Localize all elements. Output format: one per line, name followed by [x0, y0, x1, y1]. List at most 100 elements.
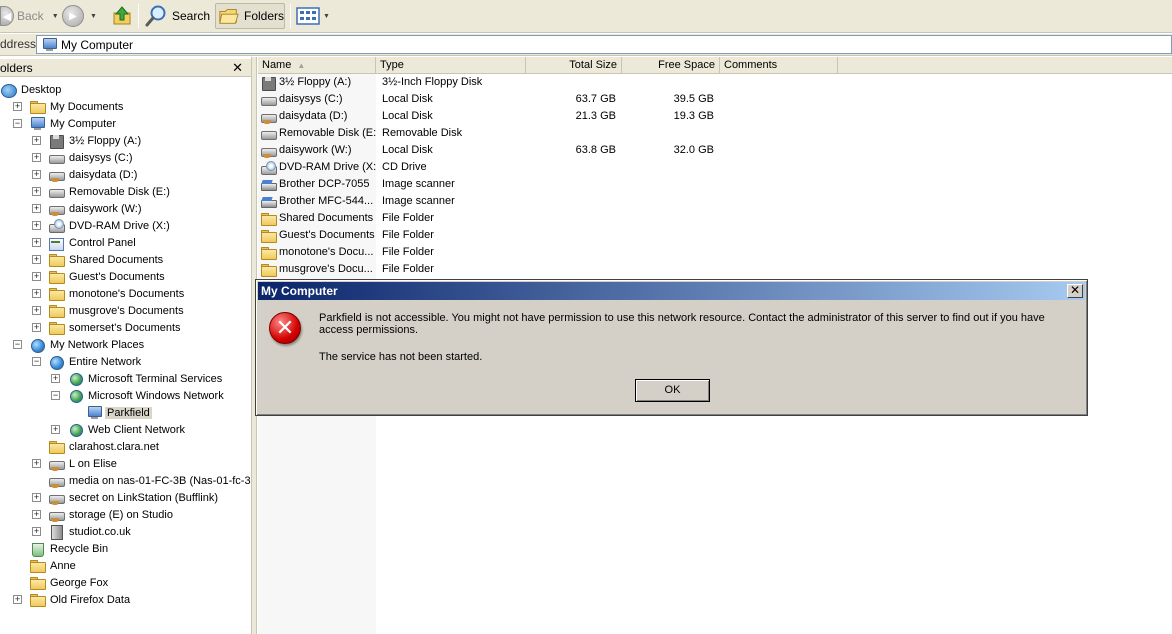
forward-dropdown-icon[interactable]: ▼: [90, 13, 97, 20]
tree-item[interactable]: storage (E) on Studio: [48, 506, 175, 523]
back-arrow-icon: ◀: [0, 6, 14, 26]
expand-icon[interactable]: +: [51, 374, 60, 383]
list-item[interactable]: Guest's Documents File Folder: [258, 227, 718, 244]
list-item-type: File Folder: [382, 229, 434, 241]
expand-icon[interactable]: +: [32, 459, 41, 468]
expand-icon[interactable]: +: [32, 187, 41, 196]
column-header-name[interactable]: Name ▲: [258, 57, 376, 74]
tree-item[interactable]: media on nas-01-FC-3B (Nas-01-fc-3b): [48, 472, 262, 489]
dialog-close-button[interactable]: ✕: [1067, 284, 1083, 298]
collapse-icon[interactable]: −: [51, 391, 60, 400]
expand-icon[interactable]: +: [51, 425, 60, 434]
tree-item[interactable]: My Network Places: [29, 336, 146, 353]
tree-item[interactable]: studiot.co.uk: [48, 523, 133, 540]
collapse-icon[interactable]: −: [13, 119, 22, 128]
expand-icon[interactable]: +: [32, 255, 41, 264]
close-folders-pane-button[interactable]: ✕: [232, 59, 243, 77]
forward-button[interactable]: ▶ ▼: [62, 3, 97, 29]
tree-item[interactable]: musgrove's Documents: [48, 302, 186, 319]
back-button[interactable]: ◀ Back ▼: [0, 3, 59, 29]
tree-item[interactable]: Recycle Bin: [29, 540, 110, 557]
list-item-total-size: [526, 176, 616, 193]
list-item[interactable]: DVD-RAM Drive (X:) CD Drive: [258, 159, 718, 176]
folder-icon: [48, 321, 65, 335]
tree-item-label: DVD-RAM Drive (X:): [69, 219, 170, 232]
column-header-comments[interactable]: Comments: [720, 57, 838, 74]
expand-icon[interactable]: +: [13, 102, 22, 111]
tree-item[interactable]: Microsoft Windows Network: [67, 387, 226, 404]
list-item[interactable]: musgrove's Docu... File Folder: [258, 261, 718, 278]
expand-icon[interactable]: +: [13, 595, 22, 604]
tree-item[interactable]: secret on LinkStation (Bufflink): [48, 489, 220, 506]
expand-icon[interactable]: +: [32, 204, 41, 213]
back-dropdown-icon[interactable]: ▼: [52, 13, 59, 20]
column-header-total-size[interactable]: Total Size: [526, 57, 622, 74]
tree-item[interactable]: Control Panel: [48, 234, 138, 251]
tree-item[interactable]: Shared Documents: [48, 251, 165, 268]
list-item-free-space: [620, 125, 714, 142]
list-item-total-size: [526, 227, 616, 244]
tree-item[interactable]: Removable Disk (E:): [48, 183, 172, 200]
folders-button[interactable]: Folders: [215, 3, 285, 29]
list-item[interactable]: daisywork (W:) Local Disk 63.8 GB 32.0 GB: [258, 142, 718, 159]
ok-button[interactable]: OK: [635, 379, 710, 402]
expand-icon[interactable]: +: [32, 238, 41, 247]
up-folder-button[interactable]: [110, 3, 134, 29]
tree-item[interactable]: L on Elise: [48, 455, 119, 472]
list-item-name: daisywork (W:): [260, 142, 376, 159]
expand-icon[interactable]: +: [32, 527, 41, 536]
tree-item-label: clarahost.clara.net: [69, 440, 159, 453]
collapse-icon[interactable]: −: [13, 340, 22, 349]
list-item[interactable]: Brother DCP-7055 Image scanner: [258, 176, 718, 193]
expand-icon[interactable]: +: [32, 289, 41, 298]
tree-item[interactable]: Guest's Documents: [48, 268, 167, 285]
expand-icon[interactable]: +: [32, 136, 41, 145]
list-item[interactable]: Removable Disk (E:) Removable Disk: [258, 125, 718, 142]
expand-icon[interactable]: +: [32, 272, 41, 281]
tree-item[interactable]: Entire Network: [48, 353, 143, 370]
tree-item[interactable]: clarahost.clara.net: [48, 438, 161, 455]
column-header-type[interactable]: Type: [376, 57, 526, 74]
tree-item[interactable]: Web Client Network: [67, 421, 187, 438]
tree-item[interactable]: 3½ Floppy (A:): [48, 132, 143, 149]
dialog-title-bar[interactable]: My Computer ✕: [258, 282, 1085, 300]
list-item[interactable]: daisysys (C:) Local Disk 63.7 GB 39.5 GB: [258, 91, 718, 108]
tree-item[interactable]: daisydata (D:): [48, 166, 139, 183]
tree-item[interactable]: Anne: [29, 557, 78, 574]
tree-item[interactable]: Microsoft Terminal Services: [67, 370, 224, 387]
list-item-name: Brother MFC-544...: [260, 193, 376, 210]
list-item[interactable]: Shared Documents File Folder: [258, 210, 718, 227]
tree-item[interactable]: daisysys (C:): [48, 149, 135, 166]
tree-item[interactable]: Parkfield: [86, 404, 152, 421]
tree-item[interactable]: Old Firefox Data: [29, 591, 132, 608]
expand-icon[interactable]: +: [32, 493, 41, 502]
up-folder-icon: [113, 6, 131, 25]
list-item[interactable]: daisydata (D:) Local Disk 21.3 GB 19.3 GB: [258, 108, 718, 125]
expand-icon[interactable]: +: [32, 221, 41, 230]
network-globe-icon: [67, 389, 83, 403]
list-item-total-size: [526, 193, 616, 210]
expand-icon[interactable]: +: [32, 323, 41, 332]
tree-item[interactable]: Desktop: [0, 81, 63, 98]
tree-item[interactable]: DVD-RAM Drive (X:): [48, 217, 172, 234]
views-dropdown-icon[interactable]: ▼: [323, 13, 330, 20]
expand-icon[interactable]: +: [32, 153, 41, 162]
column-header-free-space[interactable]: Free Space: [622, 57, 720, 74]
tree-item[interactable]: somerset's Documents: [48, 319, 183, 336]
tree-item[interactable]: monotone's Documents: [48, 285, 186, 302]
expand-icon[interactable]: +: [32, 170, 41, 179]
list-item[interactable]: monotone's Docu... File Folder: [258, 244, 718, 261]
address-input[interactable]: My Computer: [36, 35, 1172, 54]
collapse-icon[interactable]: −: [32, 357, 41, 366]
views-button[interactable]: ▼: [296, 3, 330, 29]
tree-item[interactable]: My Documents: [29, 98, 125, 115]
tree-item[interactable]: George Fox: [29, 574, 110, 591]
tree-item[interactable]: My Computer: [29, 115, 118, 132]
list-item[interactable]: 3½ Floppy (A:) 3½-Inch Floppy Disk: [258, 74, 718, 91]
expand-icon[interactable]: +: [32, 306, 41, 315]
list-item[interactable]: Brother MFC-544... Image scanner: [258, 193, 718, 210]
tree-item[interactable]: daisywork (W:): [48, 200, 144, 217]
list-item-free-space: 19.3 GB: [673, 110, 714, 122]
search-button[interactable]: Search: [144, 3, 210, 29]
expand-icon[interactable]: +: [32, 510, 41, 519]
